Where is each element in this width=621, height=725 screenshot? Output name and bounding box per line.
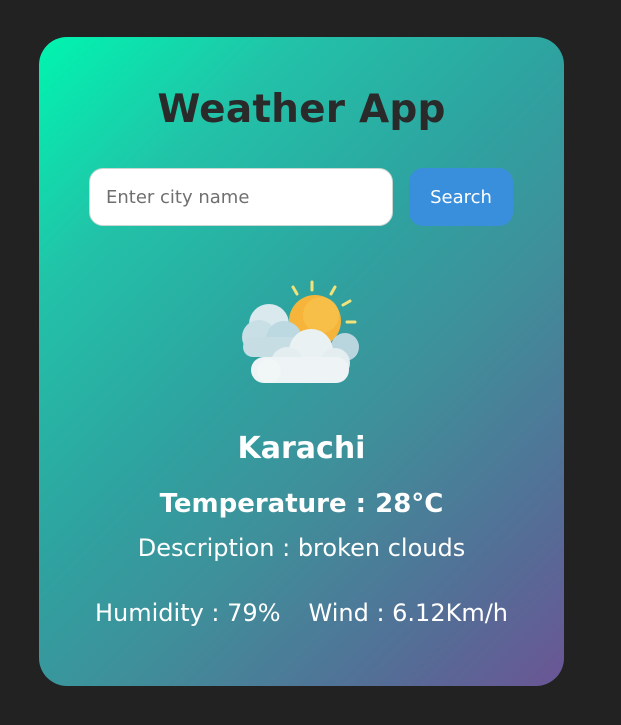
weather-details: Humidity : 79% Wind : 6.12Km/h <box>39 599 564 627</box>
description-text: Description : broken clouds <box>137 534 466 562</box>
humidity-text: Humidity : 79% <box>94 599 281 627</box>
wind-text: Wind : 6.12Km/h <box>308 599 509 627</box>
temperature-text: Temperature : 28°C <box>159 489 444 519</box>
app-title: Weather App <box>157 87 446 132</box>
search-button[interactable]: Search <box>409 168 513 226</box>
city-search-input[interactable] <box>89 168 393 226</box>
weather-card: Weather App Search <box>39 37 564 686</box>
city-name: Karachi <box>237 431 366 466</box>
partly-cloudy-sun-icon <box>239 279 365 389</box>
